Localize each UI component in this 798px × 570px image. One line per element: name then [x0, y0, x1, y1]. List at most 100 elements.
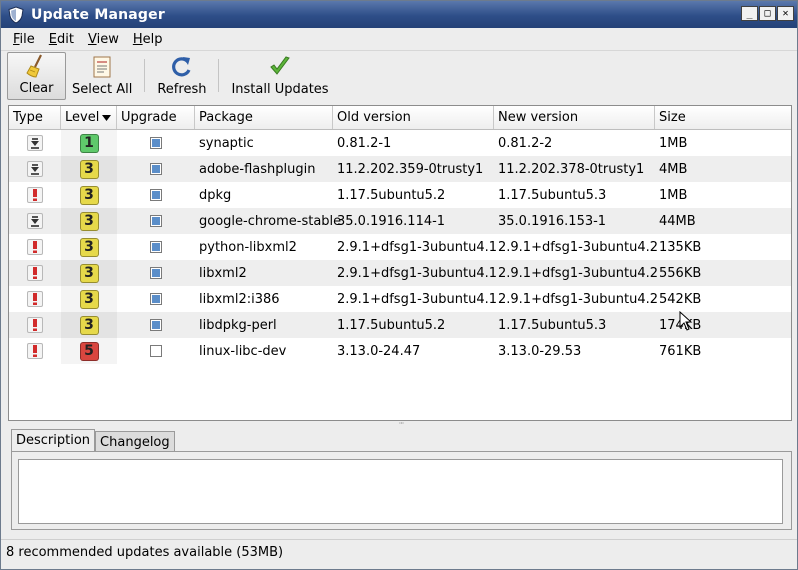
column-level[interactable]: Level	[61, 106, 117, 129]
upgrade-checkbox[interactable]	[150, 215, 162, 227]
menu-help[interactable]: Help	[126, 32, 170, 47]
refresh-button[interactable]: Refresh	[151, 52, 212, 100]
table-body: 1 synaptic 0.81.2-1 0.81.2-2 1MB 3 adobe-flash…	[9, 130, 791, 364]
table-row[interactable]: 1 synaptic 0.81.2-1 0.81.2-2 1MB	[9, 130, 791, 156]
broom-icon	[24, 53, 50, 79]
table-row[interactable]: 3 libxml2:i386 2.9.1+dfsg1-3ubuntu4.1 2.9.1…	[9, 286, 791, 312]
column-old-version[interactable]: Old version	[333, 106, 494, 129]
column-package[interactable]: Package	[195, 106, 333, 129]
level-cell: 3	[61, 286, 117, 312]
description-text-area[interactable]	[18, 459, 783, 524]
table-row[interactable]: 3 python-libxml2 2.9.1+dfsg1-3ubuntu4.1 2.9…	[9, 234, 791, 260]
new-version: 3.13.0-29.53	[498, 343, 582, 359]
column-new-version[interactable]: New version	[494, 106, 655, 129]
upgrade-checkbox[interactable]	[150, 293, 162, 305]
type-cell	[9, 130, 61, 156]
package-name: libdpkg-perl	[199, 317, 277, 333]
old-version: 0.81.2-1	[337, 135, 392, 151]
window-controls: _ □ ✕	[741, 6, 794, 21]
column-type[interactable]: Type	[9, 106, 61, 129]
table-row[interactable]: 5 linux-libc-dev 3.13.0-24.47 3.13.0-29.53 7…	[9, 338, 791, 364]
level-badge: 3	[79, 289, 99, 309]
old-version: 3.13.0-24.47	[337, 343, 421, 359]
package-icon	[27, 213, 43, 229]
table-row[interactable]: 3 google-chrome-stable 35.0.1916.114-1 35.0…	[9, 208, 791, 234]
menu-view-mnemonic: V	[87, 31, 97, 47]
size: 1MB	[659, 187, 688, 203]
close-icon[interactable]: ✕	[777, 6, 794, 21]
table-row[interactable]: 3 adobe-flashplugin 11.2.202.359-0trusty1 1…	[9, 156, 791, 182]
checkbox-checked-mark	[152, 269, 160, 277]
upgrade-cell	[117, 338, 195, 364]
menu-file-label: ile	[19, 31, 35, 47]
table-row[interactable]: 3 libdpkg-perl 1.17.5ubuntu5.2 1.17.5ubuntu…	[9, 312, 791, 338]
menu-bar: File Edit View Help	[1, 28, 797, 50]
size: 44MB	[659, 213, 696, 229]
package-name: synaptic	[199, 135, 254, 151]
upgrade-checkbox[interactable]	[150, 163, 162, 175]
checkbox-checked-mark	[152, 295, 160, 303]
upgrade-checkbox[interactable]	[150, 267, 162, 279]
details-tabs: Description Changelog	[11, 429, 175, 452]
package-name: linux-libc-dev	[199, 343, 287, 359]
package-name: google-chrome-stable	[199, 213, 342, 229]
menu-view-label: iew	[96, 31, 119, 47]
level-badge: 3	[79, 185, 99, 205]
type-cell	[9, 338, 61, 364]
upgrade-checkbox[interactable]	[150, 345, 162, 357]
level-cell: 3	[61, 234, 117, 260]
title-bar[interactable]: Update Manager _ □ ✕	[1, 1, 797, 28]
menu-view[interactable]: View	[81, 32, 126, 47]
column-size[interactable]: Size	[655, 106, 791, 129]
checkbox-checked-mark	[152, 321, 160, 329]
updates-table: Type Level Upgrade Package Old version N…	[8, 105, 792, 421]
upgrade-checkbox[interactable]	[150, 189, 162, 201]
menu-edit[interactable]: Edit	[42, 32, 81, 47]
select-all-button[interactable]: Select All	[66, 52, 138, 100]
menu-file[interactable]: File	[6, 32, 42, 47]
level-badge: 3	[79, 159, 99, 179]
level-badge: 3	[79, 211, 99, 231]
type-cell	[9, 208, 61, 234]
menu-help-label: elp	[142, 31, 163, 47]
upgrade-cell	[117, 182, 195, 208]
level-badge: 3	[79, 237, 99, 257]
security-icon	[27, 239, 43, 255]
tab-changelog[interactable]: Changelog	[95, 431, 175, 452]
level-cell: 1	[61, 130, 117, 156]
upgrade-checkbox[interactable]	[150, 319, 162, 331]
size: 135KB	[659, 239, 702, 255]
upgrade-checkbox[interactable]	[150, 241, 162, 253]
level-badge: 3	[79, 263, 99, 283]
table-row[interactable]: 3 dpkg 1.17.5ubuntu5.2 1.17.5ubuntu5.3 1MB	[9, 182, 791, 208]
install-updates-button[interactable]: Install Updates	[225, 52, 334, 100]
old-version: 1.17.5ubuntu5.2	[337, 317, 446, 333]
update-manager-window: Update Manager _ □ ✕ File Edit View Help…	[0, 0, 798, 570]
new-version: 2.9.1+dfsg1-3ubuntu4.2	[498, 265, 659, 281]
old-version: 2.9.1+dfsg1-3ubuntu4.1	[337, 239, 498, 255]
old-version: 11.2.202.359-0trusty1	[337, 161, 484, 177]
pane-splitter-handle[interactable]: ···	[394, 420, 408, 428]
toolbar-separator	[144, 59, 146, 92]
upgrade-cell	[117, 208, 195, 234]
clear-button[interactable]: Clear	[7, 52, 66, 100]
maximize-icon[interactable]: □	[759, 6, 776, 21]
refresh-icon	[169, 54, 195, 80]
table-row[interactable]: 3 libxml2 2.9.1+dfsg1-3ubuntu4.1 2.9.1+dfsg…	[9, 260, 791, 286]
minimize-icon[interactable]: _	[741, 6, 758, 21]
tab-description[interactable]: Description	[11, 429, 96, 452]
shield-icon	[5, 4, 27, 26]
new-version: 0.81.2-2	[498, 135, 553, 151]
column-level-label: Level	[65, 110, 100, 125]
upgrade-cell	[117, 234, 195, 260]
details-panel	[11, 451, 792, 530]
sort-descending-icon	[102, 110, 112, 125]
upgrade-cell	[117, 156, 195, 182]
upgrade-checkbox[interactable]	[150, 137, 162, 149]
new-version: 2.9.1+dfsg1-3ubuntu4.2	[498, 291, 659, 307]
size: 542KB	[659, 291, 702, 307]
size: 174KB	[655, 312, 791, 338]
column-upgrade[interactable]: Upgrade	[117, 106, 195, 129]
select-all-icon	[89, 54, 115, 80]
security-icon	[27, 187, 43, 203]
